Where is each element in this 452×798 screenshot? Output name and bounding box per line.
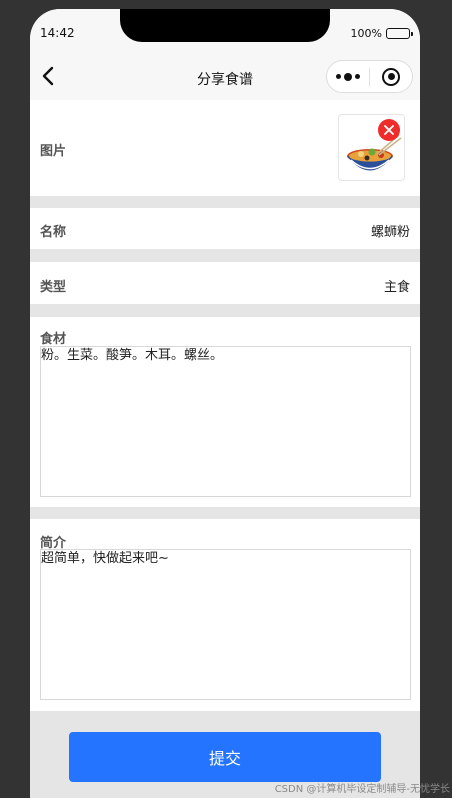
image-row: 图片 — [30, 100, 420, 196]
mini-program-capsule — [326, 60, 413, 93]
submit-button[interactable]: 提交 — [69, 732, 381, 782]
intro-row: 简介 超简单，快做起来吧~ — [30, 519, 420, 711]
nav-bar: 分享食谱 — [30, 53, 420, 100]
ingredients-label: 食材 — [40, 332, 67, 347]
ingredients-row: 食材 粉。生菜。酸笋。木耳。螺丝。 — [30, 317, 420, 507]
status-time: 14:42 — [40, 26, 75, 40]
name-label: 名称 — [40, 225, 67, 240]
device-notch — [120, 9, 330, 42]
intro-textarea[interactable]: 超简单，快做起来吧~ — [40, 549, 411, 700]
image-label: 图片 — [40, 144, 67, 159]
watermark: CSDN @计算机毕设定制辅导-无忧学长 — [274, 784, 450, 795]
battery-percent: 100% — [350, 27, 382, 40]
phone-screen: 14:42 100% 分享食谱 图片 名称 螺蛳粉 类型 主食 食材 粉。生菜。… — [30, 9, 420, 798]
name-value[interactable]: 螺蛳粉 — [371, 221, 410, 240]
target-icon — [382, 67, 400, 86]
more-button[interactable] — [327, 61, 369, 92]
close-icon — [384, 125, 394, 135]
name-row[interactable]: 名称 螺蛳粉 — [30, 208, 420, 249]
type-value[interactable]: 主食 — [384, 276, 410, 295]
status-battery: 100% — [350, 27, 413, 40]
battery-icon — [386, 28, 413, 39]
close-miniprogram-button[interactable] — [370, 61, 412, 92]
ingredients-textarea[interactable]: 粉。生菜。酸笋。木耳。螺丝。 — [40, 346, 411, 497]
more-dots-icon — [336, 72, 360, 81]
type-label: 类型 — [40, 280, 67, 295]
delete-image-button[interactable] — [378, 119, 400, 141]
type-row[interactable]: 类型 主食 — [30, 262, 420, 304]
